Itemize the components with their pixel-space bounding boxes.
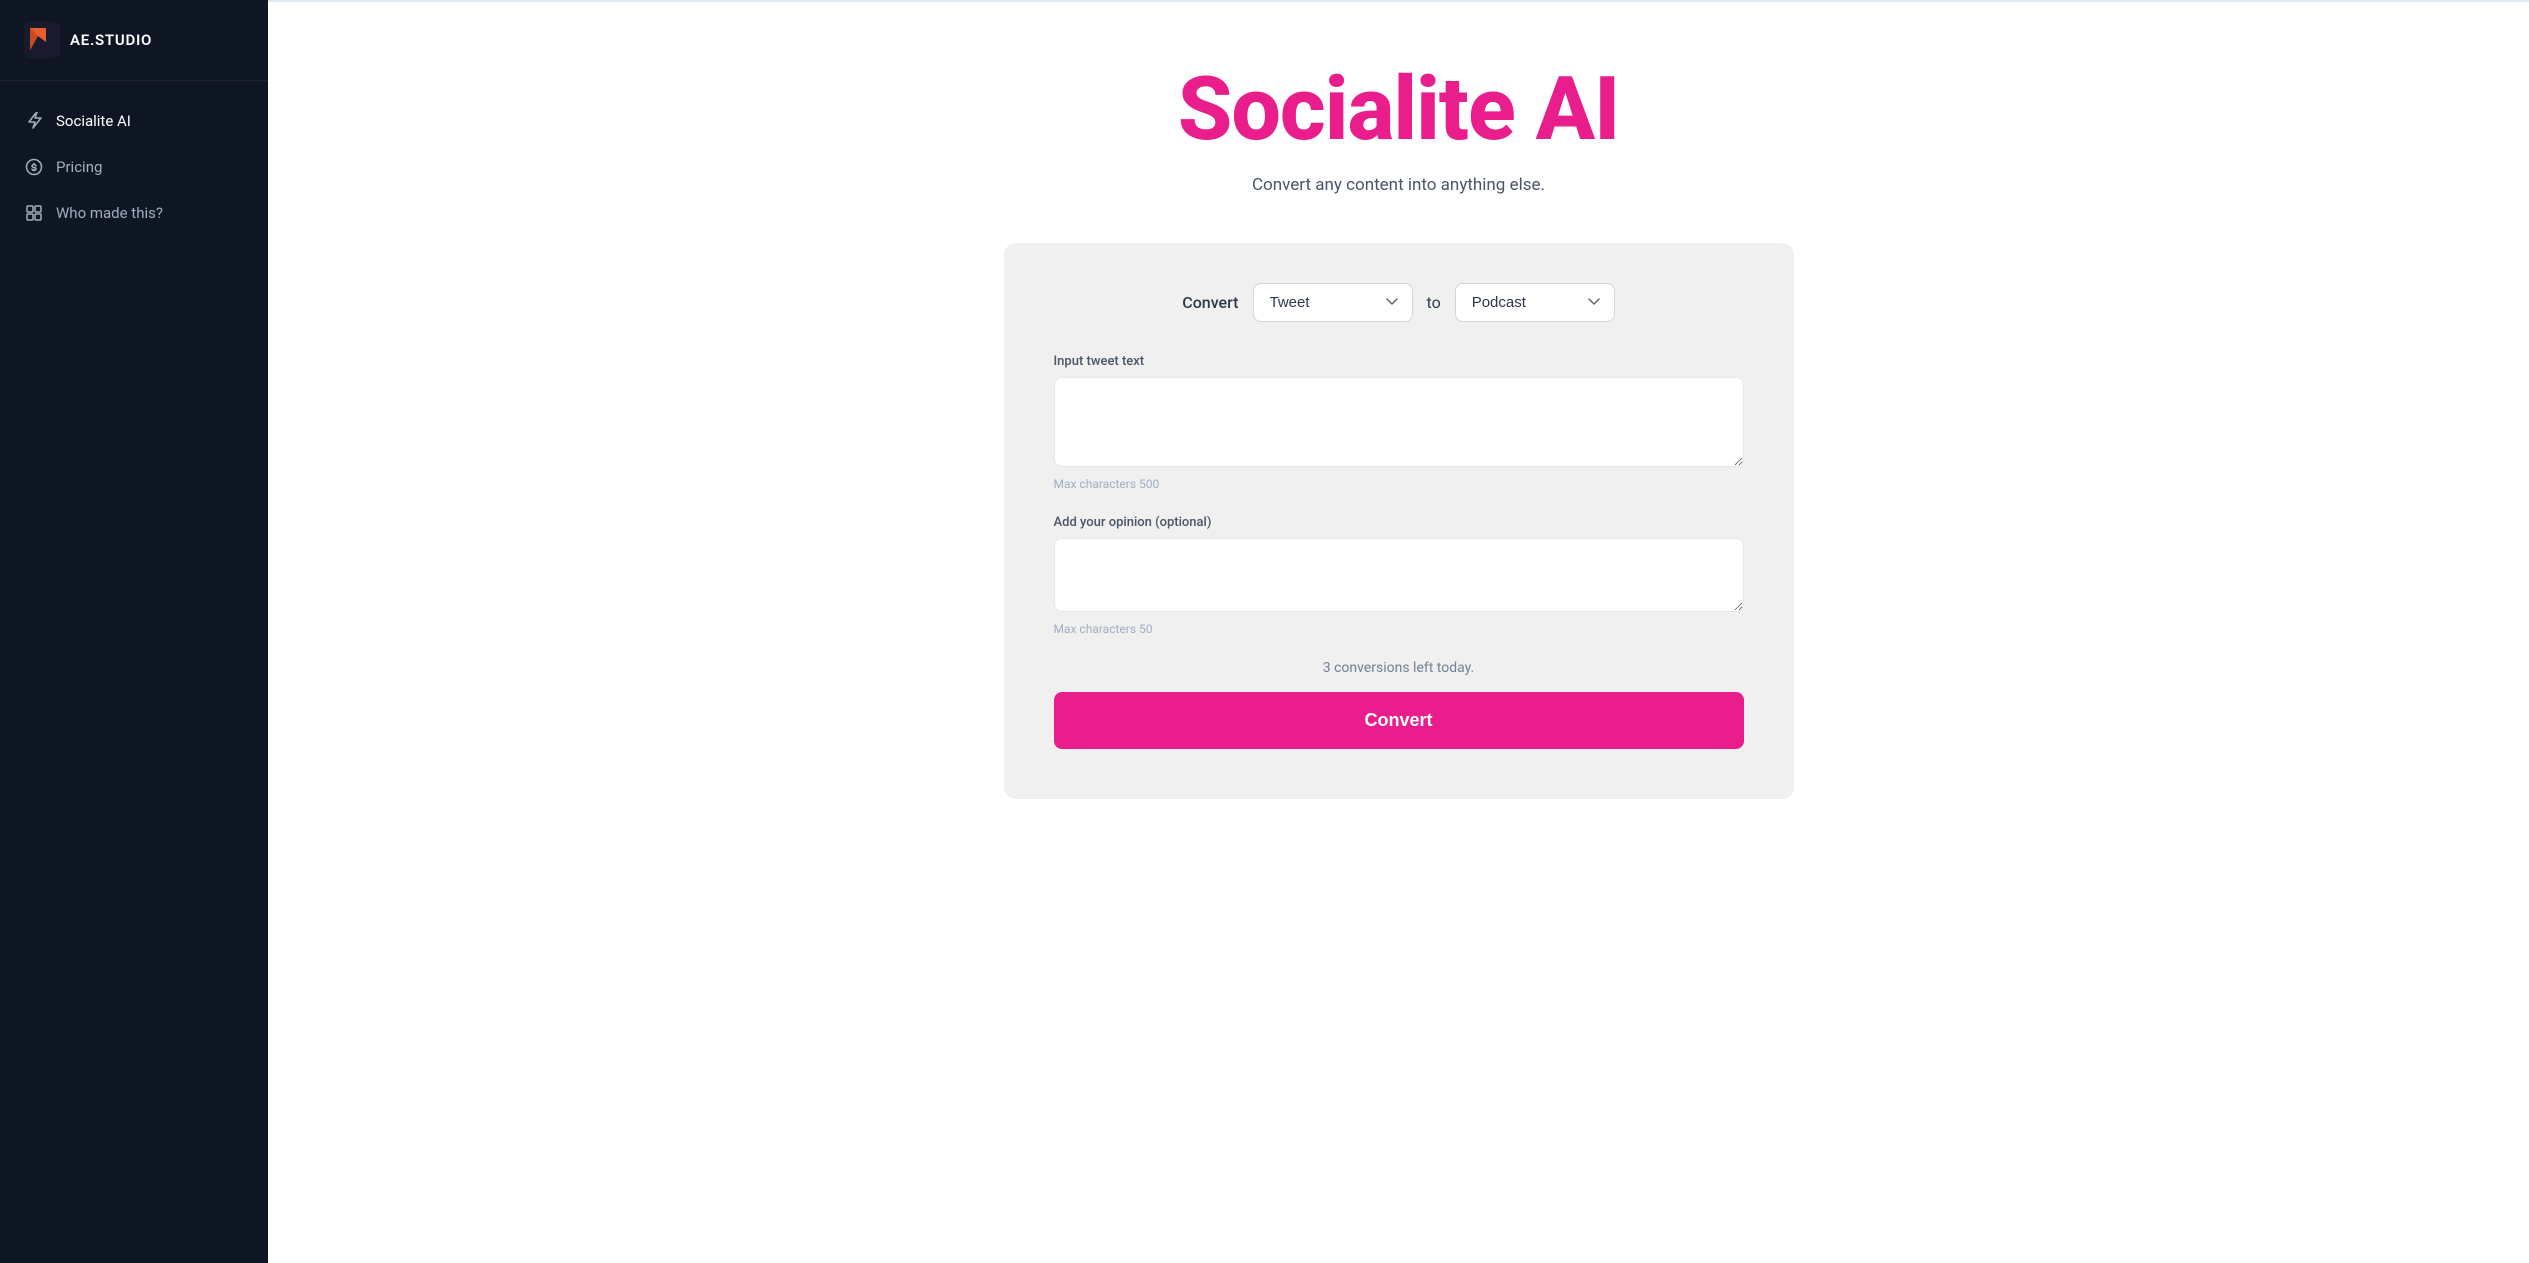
sidebar-item-label: Socialite AI (56, 112, 131, 130)
to-format-select[interactable]: Podcast Blog Post Tweet YouTube Script N… (1455, 283, 1615, 322)
sidebar-item-label: Pricing (56, 158, 102, 176)
sidebar-item-label: Who made this? (56, 204, 163, 222)
convert-button[interactable]: Convert (1054, 692, 1744, 749)
convert-row: Convert Tweet Blog Post YouTube Video Po… (1054, 283, 1744, 322)
grid-icon (24, 203, 44, 223)
main-content: Socialite AI Convert any content into an… (268, 0, 2529, 1263)
input-hint: Max characters 500 (1054, 477, 1744, 491)
convert-label: Convert (1182, 293, 1238, 312)
page-title: Socialite AI (1178, 62, 1620, 159)
to-label: to (1427, 293, 1441, 312)
brand-name: AE.STUDIO (70, 31, 152, 49)
sidebar-item-who-made-this[interactable]: Who made this? (0, 191, 268, 235)
sidebar-nav: Socialite AI Pricing Who m (0, 81, 268, 253)
opinion-field-group: Add your opinion (optional) Max characte… (1054, 515, 1744, 636)
from-format-select[interactable]: Tweet Blog Post YouTube Video Podcast Ne… (1253, 283, 1413, 322)
sidebar-item-pricing[interactable]: Pricing (0, 145, 268, 189)
content-area: Socialite AI Convert any content into an… (268, 2, 2529, 1263)
opinion-hint: Max characters 50 (1054, 622, 1744, 636)
opinion-input[interactable] (1054, 538, 1744, 612)
opinion-field-label: Add your opinion (optional) (1054, 515, 1744, 530)
form-card: Convert Tweet Blog Post YouTube Video Po… (1004, 243, 1794, 799)
input-field-group: Input tweet text Max characters 500 (1054, 354, 1744, 491)
conversions-left: 3 conversions left today. (1054, 660, 1744, 676)
ae-studio-logo (24, 22, 60, 58)
sidebar-item-socialite-ai[interactable]: Socialite AI (0, 99, 268, 143)
lightning-icon (24, 111, 44, 131)
sidebar: AE.STUDIO Socialite AI Pricing (0, 0, 268, 1263)
tweet-input[interactable] (1054, 377, 1744, 467)
page-subtitle: Convert any content into anything else. (1252, 175, 1545, 195)
input-field-label: Input tweet text (1054, 354, 1744, 369)
sidebar-header: AE.STUDIO (0, 0, 268, 81)
dollar-circle-icon (24, 157, 44, 177)
